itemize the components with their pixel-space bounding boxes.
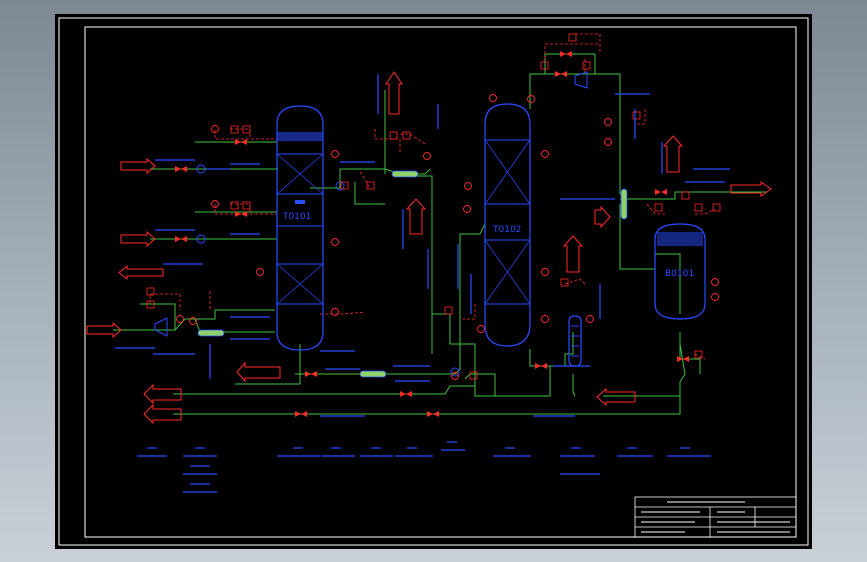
column-t0101: T0101 (276, 105, 324, 351)
instrument-bubbles (176, 94, 719, 380)
drum-b0101-label: B0101 (665, 269, 694, 279)
outer-frame (58, 17, 809, 546)
column-t0102: T0102 (484, 103, 531, 347)
reboiler (568, 315, 582, 367)
stream-table-marks (137, 441, 711, 493)
column-t0102-label: T0102 (492, 225, 521, 235)
controller-boxes (146, 33, 721, 380)
column-t0101-label: T0101 (282, 212, 311, 222)
drawing-sheet: T0101 T0102 B0101 (55, 14, 812, 549)
title-block (634, 496, 797, 538)
stream-arrows (86, 71, 772, 425)
inner-frame (84, 26, 797, 538)
pid-drawing: T0101 T0102 B0101 (58, 17, 809, 546)
